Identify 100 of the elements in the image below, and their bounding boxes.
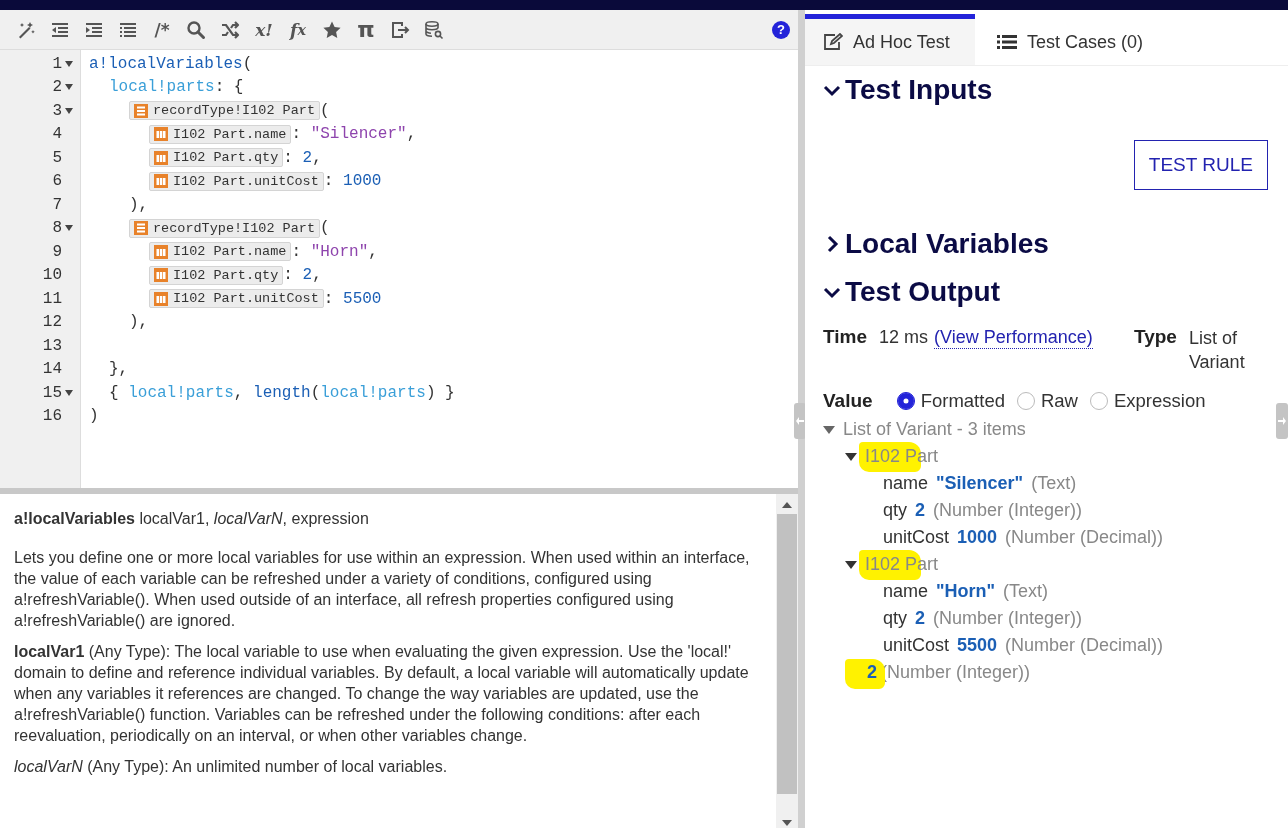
field-icon: [153, 290, 169, 307]
field-name: unitCost: [883, 635, 950, 656]
record-type-icon: [133, 102, 149, 119]
field-name: name: [883, 473, 929, 494]
line-number: 7: [52, 195, 62, 214]
code-token: "Silencer": [310, 125, 407, 144]
radio-option[interactable]: Formatted: [896, 390, 1005, 412]
code-token: :: [323, 289, 335, 308]
line-number: 5: [52, 148, 62, 167]
code-token: ,: [406, 125, 417, 144]
expand-arrow-icon[interactable]: [823, 425, 835, 434]
field-value: 2: [915, 500, 926, 521]
toolbar-button[interactable]: x!: [250, 15, 278, 44]
list-icon: [997, 34, 1017, 50]
line-number: 16: [42, 407, 62, 426]
line-number: 15: [42, 383, 62, 402]
record-chip[interactable]: I102 Part.unitCost: [149, 171, 324, 191]
tab[interactable]: Ad Hoc Test: [805, 14, 975, 66]
toolbar-button[interactable]: /*: [148, 15, 176, 44]
field-icon: [153, 126, 169, 143]
section-header[interactable]: Test Output: [823, 268, 1000, 316]
field-value: "Silencer": [936, 473, 1024, 494]
code-token: (: [320, 101, 330, 120]
type-label: Type: [1134, 326, 1177, 348]
code-token: (: [310, 383, 321, 402]
fold-arrow-icon[interactable]: [65, 225, 73, 232]
expand-arrow-icon[interactable]: [845, 560, 857, 569]
line-number: 11: [42, 289, 62, 308]
section-header[interactable]: Local Variables: [823, 220, 1049, 268]
code-token: (: [242, 54, 253, 73]
record-chip[interactable]: I102 Part.qty: [149, 148, 284, 168]
code-token: ) }: [425, 383, 455, 402]
code-token: ),: [129, 313, 149, 332]
expand-arrow-icon[interactable]: [845, 452, 857, 461]
code-token: },: [109, 360, 129, 379]
collapse-handle[interactable]: [794, 403, 806, 439]
code-token: :: [291, 242, 303, 261]
fold-arrow-icon[interactable]: [65, 107, 73, 114]
scroll-down-icon[interactable]: [782, 820, 792, 826]
field-icon: [153, 267, 169, 284]
code-token: local!parts: [128, 383, 234, 402]
code-token: 2: [302, 148, 313, 167]
code-token: :: [323, 172, 335, 191]
code-token: ),: [129, 195, 149, 214]
code-token: 2: [302, 266, 313, 285]
record-chip[interactable]: recordType!I102 Part: [129, 101, 321, 121]
code-token: local!parts: [109, 78, 215, 97]
code-token: "Horn": [310, 242, 369, 261]
test-rule-button[interactable]: TEST RULE: [1133, 140, 1268, 190]
record-chip[interactable]: I102 Part.name: [149, 124, 292, 144]
record-chip[interactable]: I102 Part.qty: [149, 265, 284, 285]
field-type: (Number (Integer)): [933, 608, 1083, 629]
expand-handle[interactable]: [1276, 403, 1288, 439]
record-chip[interactable]: I102 Part.name: [149, 242, 292, 262]
code-token: ,: [312, 148, 322, 167]
value-label: Value: [823, 390, 873, 412]
line-number: 2: [52, 78, 62, 97]
help-button[interactable]: ?: [772, 20, 790, 39]
section-header[interactable]: Test Inputs: [823, 66, 993, 114]
line-number: 14: [42, 360, 62, 379]
scroll-up-icon[interactable]: [782, 502, 792, 508]
scrollbar[interactable]: [776, 494, 798, 828]
toolbar-button[interactable]: π: [352, 15, 380, 44]
doc-paragraph: localVarN (Any Type): An unlimited number of local variables.: [14, 757, 449, 777]
code-token: :: [283, 266, 294, 285]
field-name: name: [883, 581, 929, 602]
tree-label: List of Variant - 3 items: [843, 419, 1026, 440]
doc-paragraph: a!localVariables localVar1, localVarN, expression: [14, 509, 370, 529]
code-token: : {: [214, 78, 244, 97]
fold-arrow-icon[interactable]: [65, 389, 73, 396]
doc-paragraph: localVar1 (Any Type): The local variable to use when evaluating the given expression. Use the 'local!' domain to define and reference individual variables. By default, a local variable will automatically update when any variables it references are changed. To change the way variables are updated, use the a!refreshVariable() function. Variables can be refreshed under the following conditions: after each reevaluation, periodically on an interval, or when other variables change.: [14, 642, 750, 746]
line-number: 1: [52, 54, 62, 73]
doc-paragraph: Lets you define one or more local variables for use within an expression. When used within an interface, the value of each variable can be refreshed under a variety of conditions, configured using a!refreshVariable(). When used outside of an interface, all refresh properties configured using a!refreshVariable() are ignored.: [14, 548, 751, 631]
radio-option[interactable]: Raw: [1016, 390, 1078, 412]
field-type: (Number (Decimal)): [1005, 635, 1164, 656]
time-value: 12 ms: [879, 327, 929, 348]
field-value: 5500: [957, 635, 998, 656]
view-performance-link[interactable]: (View Performance): [934, 327, 1093, 349]
code-token: :: [283, 148, 294, 167]
field-icon: [153, 173, 169, 190]
line-number: 9: [52, 242, 62, 261]
code-token: ,: [368, 242, 378, 261]
line-number: 12: [42, 313, 62, 332]
record-type-icon: [133, 220, 149, 237]
line-number: 13: [42, 336, 62, 355]
edit-icon: [823, 33, 843, 51]
record-chip[interactable]: I102 Part.unitCost: [149, 289, 324, 309]
fold-arrow-icon[interactable]: [65, 60, 73, 67]
field-type: (Number (Integer)): [933, 500, 1083, 521]
field-value: 1000: [957, 527, 998, 548]
record-chip[interactable]: recordType!I102 Part: [129, 218, 321, 238]
field-icon: [153, 243, 169, 260]
field-value: 2: [867, 662, 877, 683]
line-number: 4: [52, 125, 62, 144]
field-type: (Number (Decimal)): [1005, 527, 1164, 548]
code-token: local!parts: [320, 383, 426, 402]
field-name: qty: [883, 500, 907, 521]
fold-arrow-icon[interactable]: [65, 84, 73, 91]
radio-option[interactable]: Expression: [1090, 390, 1206, 412]
field-value: 2: [915, 608, 926, 629]
